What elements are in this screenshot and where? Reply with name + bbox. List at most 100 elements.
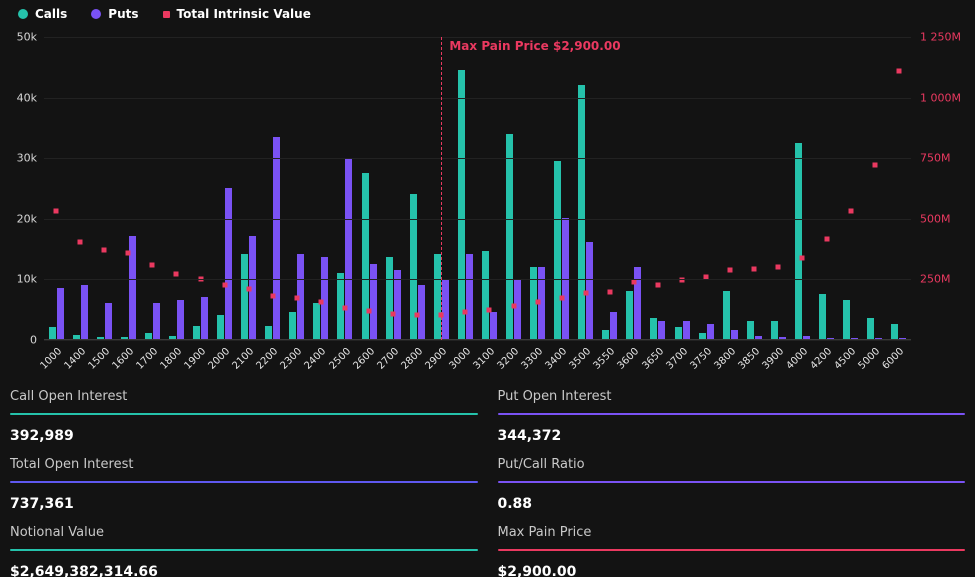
y-axis-left-tick: 30k xyxy=(17,152,37,165)
x-axis-label: 4500 xyxy=(833,346,859,372)
intrinsic-value-dot xyxy=(631,280,636,285)
stat-label: Total Open Interest xyxy=(10,457,478,472)
x-axis-label: 3550 xyxy=(592,346,618,372)
strike-group-4000: 4000 xyxy=(790,37,814,339)
x-axis-label: 1400 xyxy=(62,346,88,372)
stats-panel: Call Open Interest392,989Put Open Intere… xyxy=(10,376,965,577)
strike-group-3800: 3800 xyxy=(718,37,742,339)
intrinsic-value-dot xyxy=(318,299,323,304)
put-bar xyxy=(851,338,858,339)
stat-max-pain-price: Max Pain Price$2,900.00 xyxy=(498,512,966,577)
stat-value: 344,372 xyxy=(498,428,966,444)
gridline xyxy=(44,158,911,159)
x-axis-label: 2600 xyxy=(351,346,377,372)
x-axis-label: 5000 xyxy=(857,346,883,372)
x-axis-label: 2500 xyxy=(327,346,353,372)
strike-group-1600: 1600 xyxy=(116,37,140,339)
put-bar xyxy=(803,336,810,339)
strike-group-4500: 4500 xyxy=(839,37,863,339)
legend-label: Puts xyxy=(108,7,138,21)
x-axis-label: 1700 xyxy=(134,346,160,372)
strike-group-2700: 2700 xyxy=(381,37,405,339)
strike-group-2200: 2200 xyxy=(261,37,285,339)
stat-value: $2,900.00 xyxy=(498,564,966,577)
strike-group-3650: 3650 xyxy=(646,37,670,339)
intrinsic-value-dot xyxy=(294,295,299,300)
strike-group-1700: 1700 xyxy=(140,37,164,339)
legend-item-total-intrinsic-value[interactable]: Total Intrinsic Value xyxy=(163,7,311,21)
x-axis-label: 3850 xyxy=(736,346,762,372)
open-interest-chart: 1000140015001600170018001900200021002200… xyxy=(44,37,911,340)
call-bar xyxy=(650,318,657,339)
call-bar xyxy=(675,327,682,339)
x-axis-label: 1900 xyxy=(183,346,209,372)
x-axis-label: 2200 xyxy=(255,346,281,372)
put-bar xyxy=(610,312,617,339)
call-bar xyxy=(891,324,898,339)
stat-value: $2,649,382,314.66 xyxy=(10,564,478,577)
x-axis-label: 3650 xyxy=(640,346,666,372)
intrinsic-value-dot xyxy=(487,308,492,313)
legend-marker-icon xyxy=(91,9,101,19)
x-axis-label: 3200 xyxy=(496,346,522,372)
intrinsic-value-dot xyxy=(848,208,853,213)
strike-group-2100: 2100 xyxy=(237,37,261,339)
stat-call-open-interest: Call Open Interest392,989 xyxy=(10,376,478,444)
intrinsic-value-dot xyxy=(824,236,829,241)
gridline xyxy=(44,340,911,341)
strike-group-2500: 2500 xyxy=(333,37,357,339)
strike-group-1800: 1800 xyxy=(164,37,188,339)
call-bar xyxy=(819,294,826,339)
put-bar xyxy=(466,254,473,339)
intrinsic-value-dot xyxy=(463,310,468,315)
gridline xyxy=(44,279,911,280)
put-bar xyxy=(201,297,208,339)
stat-value: 0.88 xyxy=(498,496,966,512)
stat-divider xyxy=(10,481,478,483)
strike-group-1000: 1000 xyxy=(44,37,68,339)
x-axis-label: 2700 xyxy=(375,346,401,372)
y-axis-right-tick: 250M xyxy=(920,273,951,286)
legend-item-calls[interactable]: Calls xyxy=(18,7,67,21)
intrinsic-value-dot xyxy=(583,291,588,296)
y-axis-left-tick: 20k xyxy=(17,212,37,225)
intrinsic-value-dot xyxy=(54,208,59,213)
intrinsic-value-dot xyxy=(391,311,396,316)
call-bar xyxy=(867,318,874,339)
gridline xyxy=(44,37,911,38)
intrinsic-value-dot xyxy=(655,282,660,287)
strike-group-2400: 2400 xyxy=(309,37,333,339)
x-axis-label: 2800 xyxy=(399,346,425,372)
call-bar xyxy=(699,333,706,339)
put-bar xyxy=(658,321,665,339)
strike-group-1500: 1500 xyxy=(92,37,116,339)
legend-item-puts[interactable]: Puts xyxy=(91,7,138,21)
call-bar xyxy=(193,326,200,339)
max-pain-line xyxy=(441,37,442,340)
x-axis-label: 2100 xyxy=(231,346,257,372)
intrinsic-value-dot xyxy=(270,293,275,298)
call-bar xyxy=(434,254,441,339)
put-bar xyxy=(442,279,449,339)
put-bar xyxy=(634,267,641,339)
strike-group-3100: 3100 xyxy=(477,37,501,339)
intrinsic-value-dot xyxy=(535,299,540,304)
intrinsic-value-dot xyxy=(126,251,131,256)
strike-group-3500: 3500 xyxy=(574,37,598,339)
y-axis-right-tick: 1 000M xyxy=(920,91,961,104)
strike-group-3300: 3300 xyxy=(526,37,550,339)
call-bar xyxy=(97,337,104,339)
put-bar xyxy=(755,336,762,339)
put-bar xyxy=(225,188,232,339)
x-axis-label: 2900 xyxy=(423,346,449,372)
stat-divider xyxy=(498,413,966,415)
x-axis-label: 2000 xyxy=(207,346,233,372)
intrinsic-value-dot xyxy=(102,247,107,252)
x-axis-label: 4000 xyxy=(784,346,810,372)
put-bar xyxy=(273,137,280,339)
intrinsic-value-dot xyxy=(800,256,805,261)
intrinsic-value-dot xyxy=(511,304,516,309)
call-bar xyxy=(747,321,754,339)
x-axis-label: 1500 xyxy=(86,346,112,372)
put-bar xyxy=(827,338,834,339)
